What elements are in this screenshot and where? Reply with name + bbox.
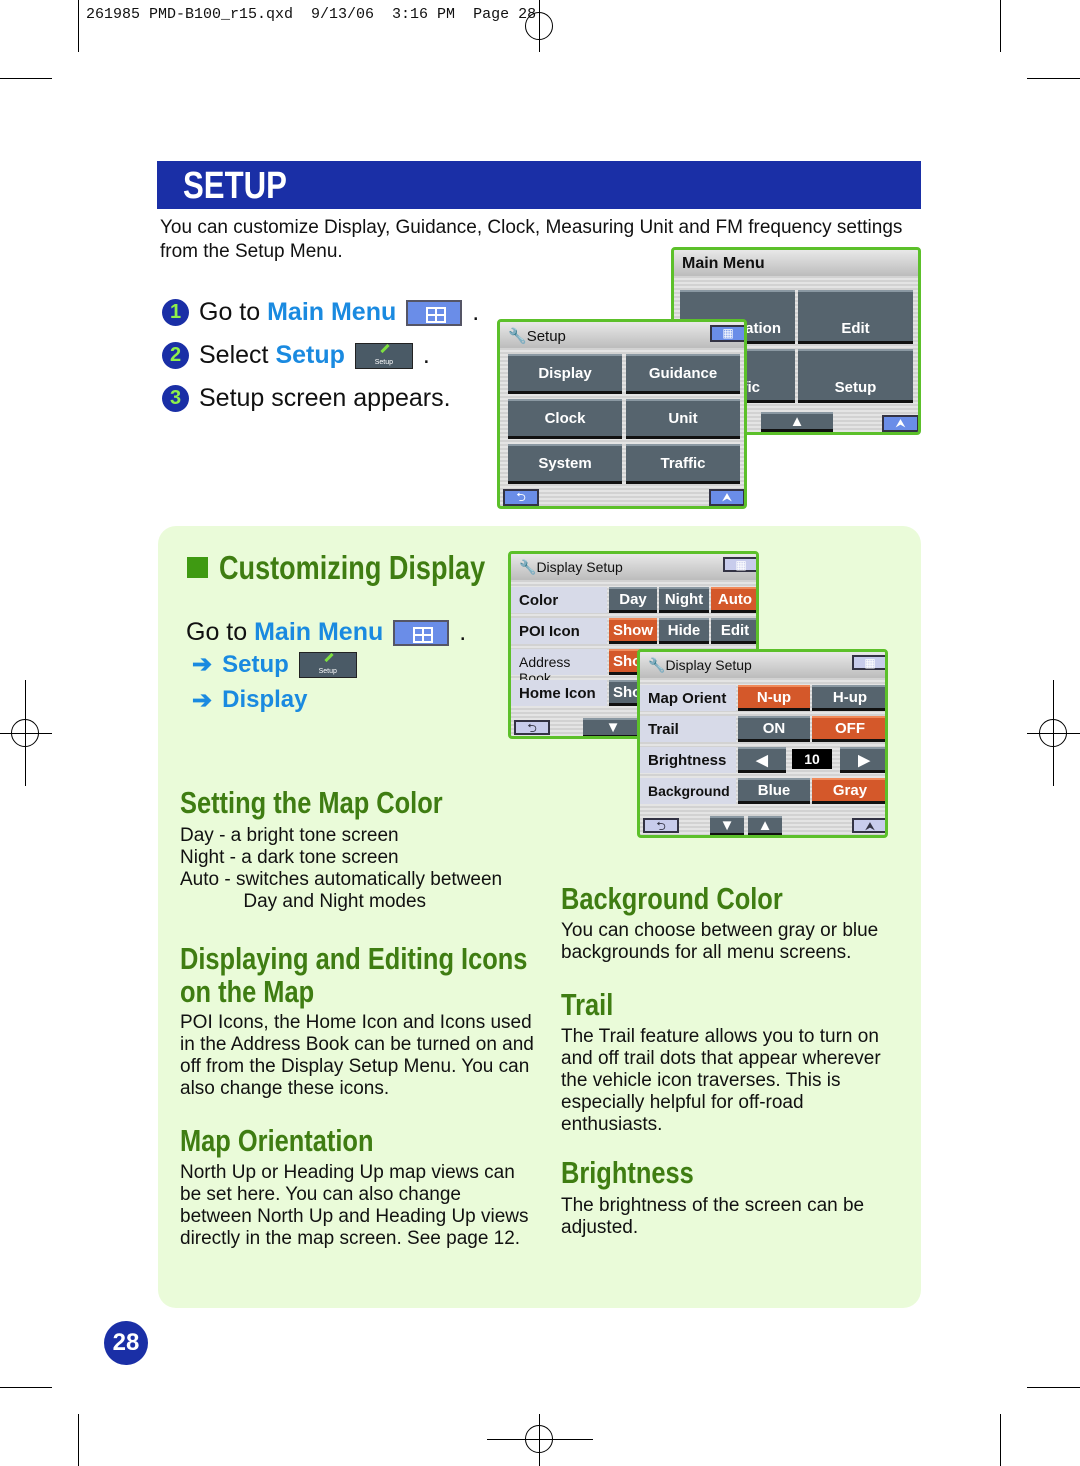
text-icons: POI Icons, the Home Icon and Icons used … — [180, 1012, 534, 1099]
setup-title: 🔧Setup — [500, 322, 744, 348]
scroll-up-button[interactable]: ▲ — [761, 412, 833, 432]
step-2: 2 Select Setup Setup. — [162, 341, 430, 370]
heading-icons: Displaying and Editing Icons on the Map — [180, 941, 528, 1009]
main-menu-button-icon — [406, 299, 463, 326]
scroll-up-button[interactable]: ▲ — [748, 816, 782, 835]
section-header: SETUP — [157, 161, 921, 209]
day-button[interactable]: Day — [609, 587, 657, 613]
square-bullet-icon — [187, 557, 208, 578]
back-button[interactable]: ⮌ — [514, 720, 550, 735]
auto-button[interactable]: Auto — [711, 587, 756, 613]
brightness-value: 10 — [792, 749, 832, 769]
goto-display: ➔ Display — [192, 686, 308, 714]
heading-background-color: Background Color — [561, 881, 783, 916]
poi-edit-button[interactable]: Edit — [711, 618, 756, 644]
text-background-color: You can choose between gray or blue back… — [561, 920, 879, 963]
menu-button[interactable]: ▦ — [710, 325, 744, 342]
page-title: SETUP — [183, 165, 287, 207]
scroll-down-button[interactable]: ▼ — [710, 816, 744, 835]
heading-map-orientation: Map Orientation — [180, 1123, 374, 1158]
step-3: 3 Setup screen appears. — [162, 384, 451, 413]
night-button[interactable]: Night — [659, 587, 709, 613]
heading-trail: Trail — [561, 987, 614, 1022]
heading-brightness: Brightness — [561, 1155, 694, 1190]
arrow-icon: ➔ — [192, 687, 213, 714]
map-button[interactable]: ⮝ — [882, 415, 918, 432]
text-map-orientation: North Up or Heading Up map views can be … — [180, 1162, 529, 1249]
traffic-button[interactable]: Traffic — [626, 444, 740, 484]
text-brightness: The brightness of the screen can be adju… — [561, 1195, 865, 1238]
display-button[interactable]: Display — [508, 354, 622, 394]
step-1: 1 Go to Main Menu. — [162, 298, 479, 327]
setup-button[interactable]: Setup — [798, 349, 913, 403]
poi-hide-button[interactable]: Hide — [659, 618, 709, 644]
back-button[interactable]: ⮌ — [643, 818, 679, 833]
setup-button-icon: Setup — [298, 651, 357, 678]
brightness-increase-button[interactable]: ▶ — [840, 747, 885, 773]
h-up-button[interactable]: H-up — [812, 685, 885, 711]
map-button[interactable]: ⮝ — [852, 818, 885, 833]
back-button[interactable]: ⮌ — [503, 489, 539, 506]
edit-button[interactable]: Edit — [798, 290, 913, 344]
clock-button[interactable]: Clock — [508, 399, 622, 439]
main-menu-button-icon — [393, 619, 450, 646]
trail-off-button[interactable]: OFF — [812, 716, 885, 742]
setup-button-icon: Setup — [354, 342, 413, 369]
menu-button[interactable]: ▦ — [852, 655, 885, 670]
menu-button[interactable]: ▦ — [723, 557, 756, 572]
n-up-button[interactable]: N-up — [738, 685, 810, 711]
setup-screen: 🔧Setup ▦ Display Guidance Clock Unit Sys… — [497, 319, 747, 509]
page-number: 28 — [104, 1321, 148, 1365]
poi-show-button[interactable]: Show — [609, 618, 657, 644]
map-button[interactable]: ⮝ — [709, 489, 744, 506]
heading-map-color: Setting the Map Color — [180, 785, 443, 820]
scroll-down-button[interactable]: ▼ — [583, 718, 643, 736]
gray-button[interactable]: Gray — [812, 778, 885, 804]
goto-main-menu: Go to Main Menu. — [186, 618, 467, 646]
trail-on-button[interactable]: ON — [738, 716, 810, 742]
section-title: Customizing Display — [219, 549, 486, 586]
display-setup-screen-2: 🔧Display Setup ▦ Map Orient N-up H-up Tr… — [637, 649, 888, 838]
blue-button[interactable]: Blue — [738, 778, 810, 804]
arrow-icon: ➔ — [192, 651, 213, 678]
unit-button[interactable]: Unit — [626, 399, 740, 439]
text-trail: The Trail feature allows you to turn on … — [561, 1026, 881, 1135]
system-button[interactable]: System — [508, 444, 622, 484]
print-slug: 261985 PMD-B100_r15.qxd 9/13/06 3:16 PM … — [86, 6, 537, 23]
goto-setup: ➔ Setup Setup — [192, 650, 357, 679]
brightness-decrease-button[interactable]: ◀ — [738, 747, 786, 773]
guidance-button[interactable]: Guidance — [626, 354, 740, 394]
text-map-color: Day - a bright tone screen Night - a dar… — [180, 825, 503, 912]
